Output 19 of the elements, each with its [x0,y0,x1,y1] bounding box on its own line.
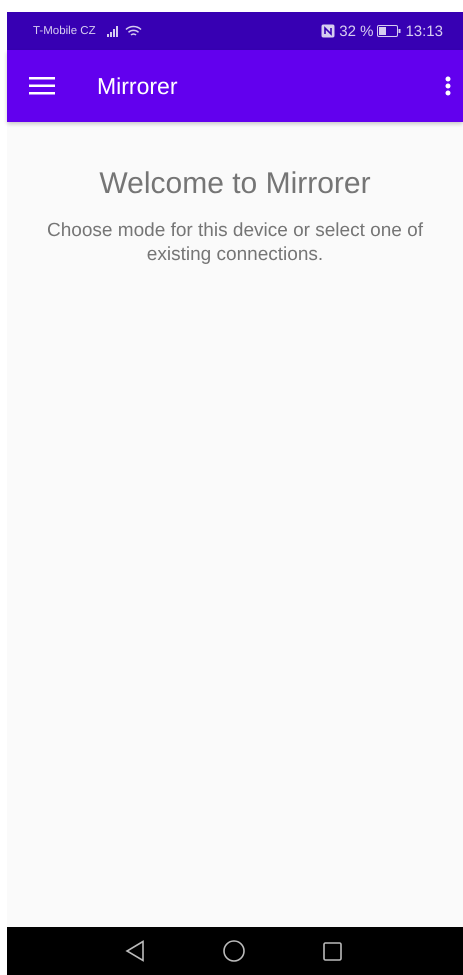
battery-percent: 32 % [339,22,374,40]
recents-icon [322,942,342,960]
wifi-icon [124,24,142,38]
more-options-button[interactable] [445,76,451,96]
carrier-name: T-Mobile CZ [33,25,96,37]
recents-button[interactable] [322,942,342,960]
home-icon [222,940,244,962]
menu-button[interactable] [29,77,55,95]
menu-icon [29,77,55,95]
instructions-text: Choose mode for this device or select one of existing connections. [46,219,424,267]
home-button[interactable] [222,940,244,962]
battery-icon [377,25,402,37]
app-title: Mirrorer [97,72,178,100]
nfc-icon [321,24,336,38]
welcome-heading: Welcome to Mirrorer [99,167,371,201]
more-options-icon [445,76,451,96]
back-button[interactable] [124,940,144,962]
clock-time: 13:13 [405,22,443,40]
back-icon [124,940,144,962]
